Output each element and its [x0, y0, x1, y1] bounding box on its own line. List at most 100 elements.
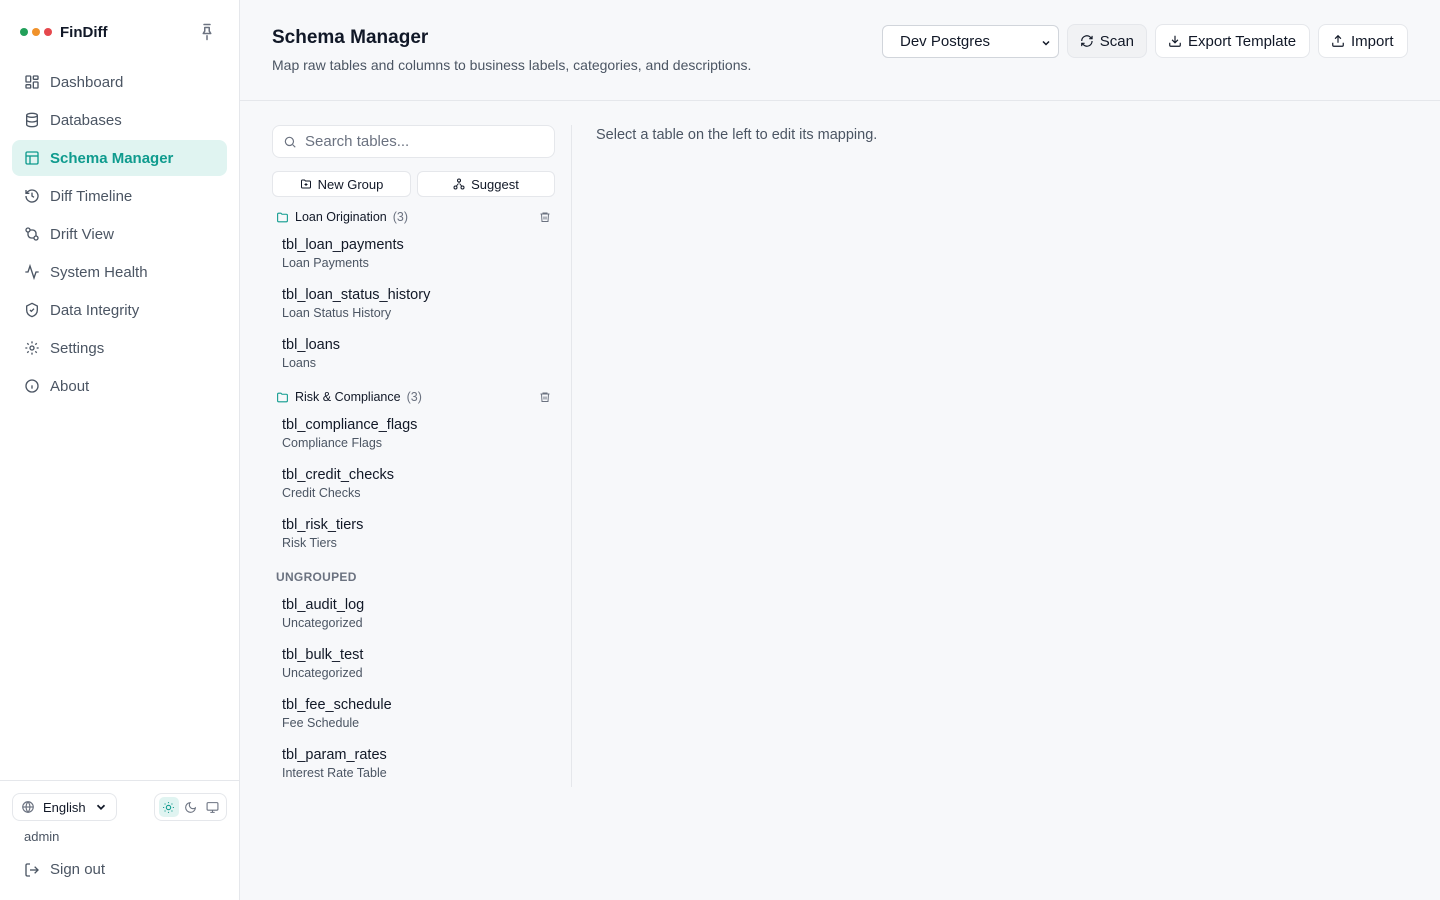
- trash-icon[interactable]: [539, 211, 551, 223]
- table-name: tbl_loan_status_history: [282, 287, 431, 303]
- nav-item-dashboard[interactable]: Dashboard: [12, 64, 227, 100]
- window-dots: [20, 28, 52, 36]
- sign-out-label: Sign out: [50, 861, 106, 878]
- log-out-icon: [25, 862, 39, 877]
- nav-label: System Health: [50, 263, 148, 281]
- group-name: Risk & Compliance: [295, 390, 401, 404]
- sidebar-footer: English admin Sign out: [0, 780, 239, 900]
- suggest-button[interactable]: Suggest: [417, 171, 555, 197]
- database-icon: [26, 112, 38, 128]
- table-item[interactable]: tbl_loans Loans: [282, 337, 552, 381]
- panel-divider: [571, 125, 572, 787]
- new-group-label: New Group: [317, 176, 384, 192]
- database-select[interactable]: Dev Postgres: [882, 25, 1059, 58]
- nav-item-system-health[interactable]: System Health: [12, 254, 227, 290]
- table-name: tbl_fee_schedule: [282, 697, 392, 713]
- table-name: tbl_compliance_flags: [282, 417, 418, 433]
- git-compare-icon: [25, 227, 39, 241]
- table-item[interactable]: tbl_param_rates Interest Rate Table: [282, 747, 552, 791]
- nav-item-settings[interactable]: Settings: [12, 330, 227, 366]
- group-header-loan-origination[interactable]: Loan Origination (3): [276, 207, 555, 227]
- nav-label: Dashboard: [50, 73, 124, 91]
- table-item[interactable]: tbl_risk_tiers Risk Tiers: [282, 517, 552, 561]
- sign-out-button[interactable]: Sign out: [24, 861, 105, 878]
- table-item[interactable]: tbl_credit_checks Credit Checks: [282, 467, 552, 511]
- nav-label: Settings: [50, 339, 105, 357]
- download-icon: [1169, 35, 1181, 47]
- nav-item-data-integrity[interactable]: Data Integrity: [12, 292, 227, 328]
- search-icon: [284, 136, 296, 148]
- scan-label: Scan: [1099, 32, 1134, 50]
- new-group-button[interactable]: New Group: [272, 171, 411, 197]
- suggest-label: Suggest: [471, 176, 519, 192]
- upload-icon: [1332, 34, 1344, 47]
- scan-button[interactable]: Scan: [1067, 24, 1147, 58]
- ungrouped-heading: UNGROUPED: [276, 570, 357, 584]
- table-name: tbl_loan_payments: [282, 237, 404, 253]
- table-item[interactable]: tbl_fee_schedule Fee Schedule: [282, 697, 552, 741]
- refresh-icon: [1081, 35, 1093, 47]
- table-name: tbl_bulk_test: [282, 647, 364, 663]
- pin-icon[interactable]: [198, 23, 216, 41]
- search-input[interactable]: [305, 133, 545, 150]
- table-label: Loan Payments: [282, 256, 369, 270]
- table-icon: [25, 151, 39, 165]
- dot-green: [20, 28, 28, 36]
- sun-icon[interactable]: [158, 797, 179, 817]
- table-item[interactable]: tbl_audit_log Uncategorized: [282, 597, 552, 641]
- dot-red: [44, 28, 52, 36]
- folder-plus-icon: [300, 179, 311, 189]
- language-select[interactable]: English: [12, 793, 117, 821]
- table-label: Uncategorized: [282, 616, 363, 630]
- current-user: admin: [24, 829, 60, 844]
- export-label: Export Template: [1188, 32, 1297, 50]
- nav-label: Schema Manager: [50, 149, 174, 167]
- table-name: tbl_risk_tiers: [282, 517, 364, 533]
- table-label: Risk Tiers: [282, 536, 337, 550]
- network-icon: [453, 178, 465, 190]
- app-name: FinDiff: [60, 23, 108, 41]
- theme-toggle: [154, 793, 227, 821]
- table-name: tbl_audit_log: [282, 597, 365, 613]
- nav-label: Databases: [50, 111, 122, 129]
- history-icon: [25, 189, 39, 203]
- trash-icon[interactable]: [539, 391, 551, 403]
- nav-item-schema-manager[interactable]: Schema Manager: [12, 140, 227, 176]
- group-header-risk-compliance[interactable]: Risk & Compliance (3): [276, 387, 555, 407]
- table-label: Loans: [282, 356, 317, 370]
- nav-item-drift-view[interactable]: Drift View: [12, 216, 227, 252]
- shield-icon: [26, 302, 38, 318]
- brand: FinDiff: [20, 22, 107, 42]
- group-count: (3): [406, 390, 422, 404]
- folder-icon: [277, 392, 288, 402]
- nav-item-about[interactable]: About: [12, 368, 227, 404]
- nav-label: Diff Timeline: [50, 187, 133, 205]
- moon-icon[interactable]: [180, 797, 200, 817]
- import-label: Import: [1351, 32, 1394, 50]
- chevron-down-icon: [96, 804, 106, 810]
- table-item[interactable]: tbl_loan_status_history Loan Status Hist…: [282, 287, 552, 331]
- nav-item-diff-timeline[interactable]: Diff Timeline: [12, 178, 227, 214]
- table-label: Fee Schedule: [282, 716, 360, 730]
- sidebar-nav: Dashboard Databases Schema Manager Diff …: [12, 64, 227, 406]
- table-label: Loan Status History: [282, 306, 392, 320]
- table-item[interactable]: tbl_compliance_flags Compliance Flags: [282, 417, 552, 461]
- table-item[interactable]: tbl_bulk_test Uncategorized: [282, 647, 552, 691]
- table-name: tbl_param_rates: [282, 747, 387, 763]
- table-item[interactable]: tbl_loan_payments Loan Payments: [282, 237, 552, 281]
- export-template-button[interactable]: Export Template: [1155, 24, 1310, 58]
- group-count: (3): [392, 210, 409, 224]
- page-header: Schema Manager Map raw tables and column…: [240, 0, 1440, 101]
- monitor-icon[interactable]: [202, 797, 222, 817]
- page-title: Schema Manager: [272, 27, 429, 48]
- globe-icon: [22, 801, 34, 814]
- table-label: Credit Checks: [282, 486, 361, 500]
- import-button[interactable]: Import: [1318, 24, 1408, 58]
- page-subtitle: Map raw tables and columns to business l…: [272, 57, 752, 73]
- table-label: Interest Rate Table: [282, 766, 387, 780]
- table-label: Uncategorized: [282, 666, 363, 680]
- info-icon: [25, 379, 39, 393]
- dot-orange: [32, 28, 40, 36]
- nav-item-databases[interactable]: Databases: [12, 102, 227, 138]
- nav-label: Data Integrity: [50, 301, 140, 319]
